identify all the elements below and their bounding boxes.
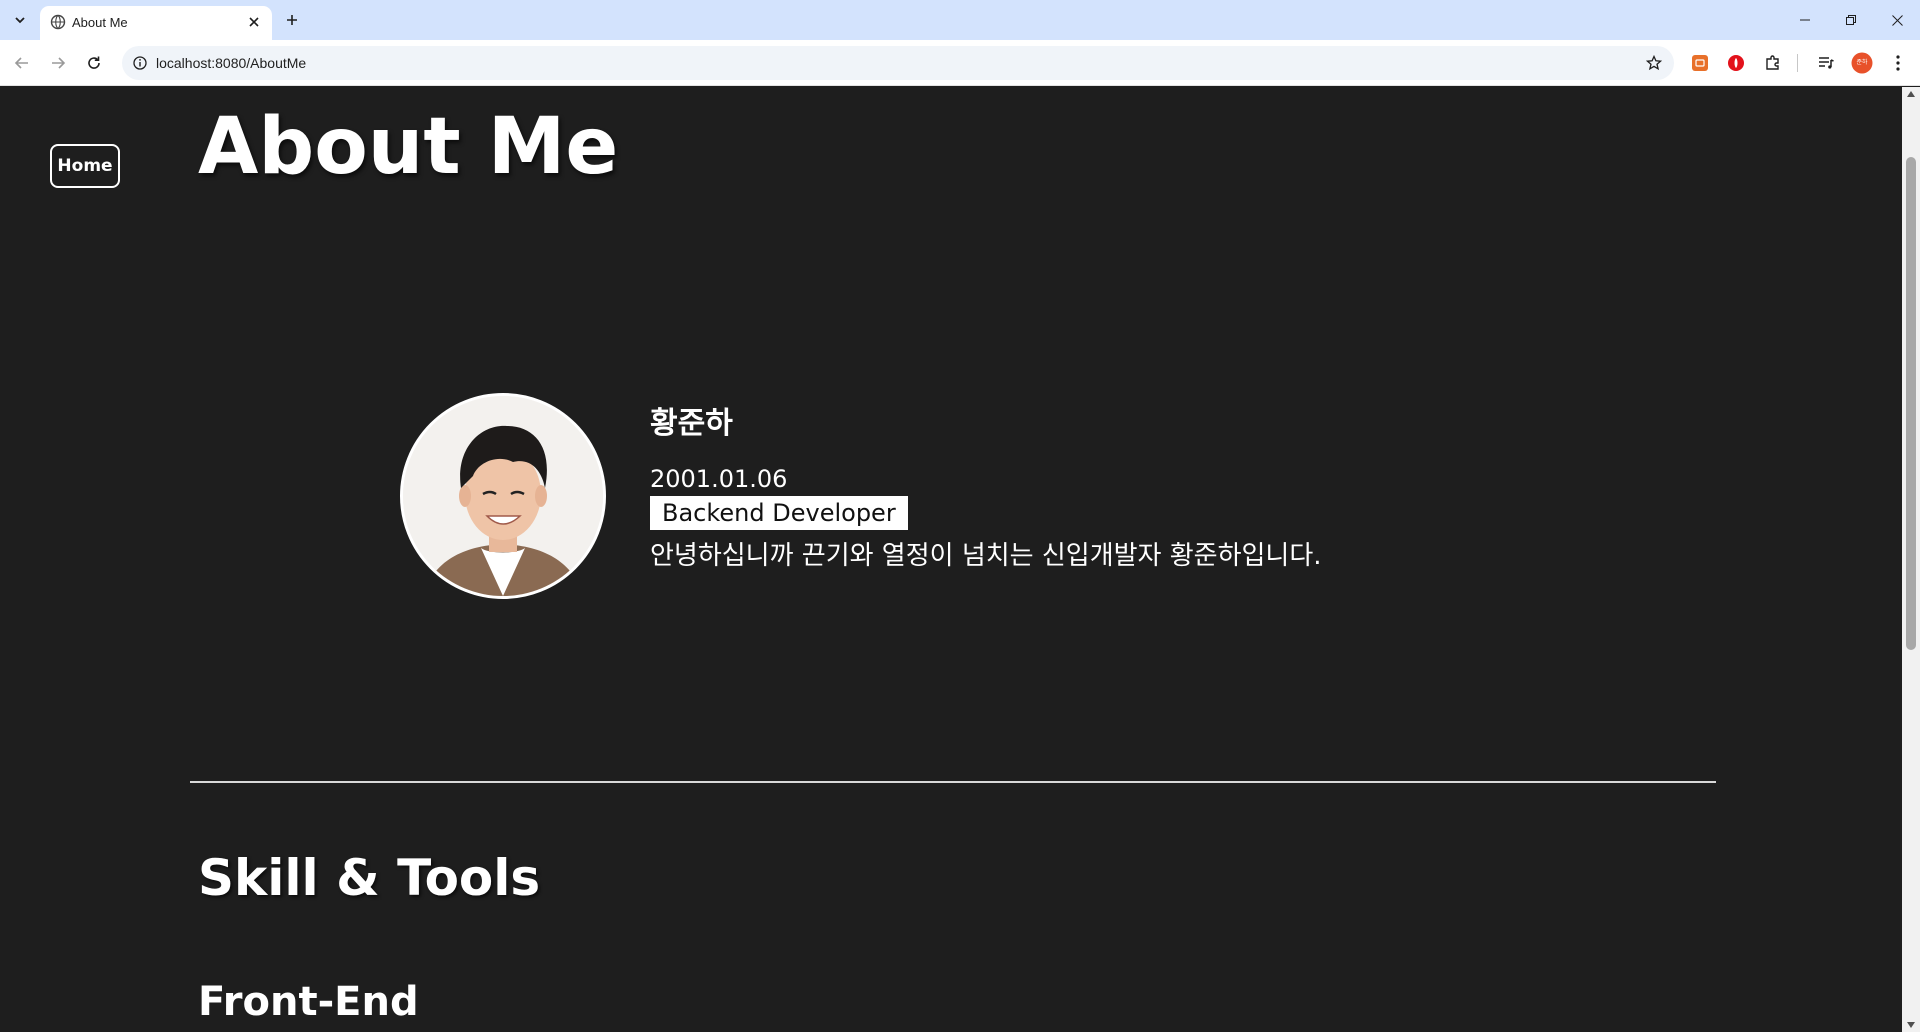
back-arrow-icon[interactable] [6,47,38,79]
bookmark-star-icon[interactable] [1644,53,1664,73]
forward-arrow-icon[interactable] [42,47,74,79]
restore-icon[interactable] [1828,0,1874,40]
section-divider [190,781,1716,783]
role-badge: Backend Developer [650,496,908,530]
tab-strip: About Me [0,0,1920,40]
extensions-puzzle-icon[interactable] [1762,52,1784,74]
profile-birthdate: 2001.01.06 [650,465,788,493]
scroll-up-arrow-icon[interactable] [1907,91,1915,97]
address-bar[interactable]: localhost:8080/AboutMe [122,46,1674,80]
home-button[interactable]: Home [50,144,120,188]
tab-close-icon[interactable] [244,12,264,32]
profile-introduction: 안녕하십니까 끈기와 열정이 넘치는 신입개발자 황준하입니다. [650,541,1322,571]
page-title: About Me [198,102,619,192]
toolbar-separator [1797,54,1798,72]
browser-menu-kebab-icon[interactable] [1887,52,1909,74]
media-queue-icon[interactable] [1815,52,1837,74]
profile-initials: 준하 [1856,59,1868,66]
browser-toolbar: localhost:8080/AboutMe 준하 [0,40,1920,86]
close-window-icon[interactable] [1874,0,1920,40]
site-info-icon[interactable] [130,53,150,73]
active-tab[interactable]: About Me [40,6,272,40]
profile-avatar[interactable]: 준하 [1851,52,1873,74]
page-scrollbar[interactable] [1902,87,1920,1032]
tab-search-chevron-icon[interactable] [8,8,32,32]
skills-section-title: Skill & Tools [198,849,541,907]
globe-icon [50,14,66,30]
new-tab-plus-icon[interactable] [280,8,304,32]
page-viewport: Home About Me 황준하 2001.01.06 Backend Dev [0,87,1902,1032]
front-end-subtitle: Front-End [198,979,419,1025]
extension-red-icon[interactable] [1725,52,1747,74]
url-text[interactable]: localhost:8080/AboutMe [156,55,306,71]
profile-photo [400,393,606,599]
scroll-thumb[interactable] [1906,157,1916,650]
scroll-down-arrow-icon[interactable] [1907,1022,1915,1028]
extension-orange-icon[interactable] [1689,52,1711,74]
profile-name: 황준하 [650,406,733,441]
reload-icon[interactable] [78,47,110,79]
minimize-icon[interactable] [1782,0,1828,40]
tab-title: About Me [72,15,128,30]
